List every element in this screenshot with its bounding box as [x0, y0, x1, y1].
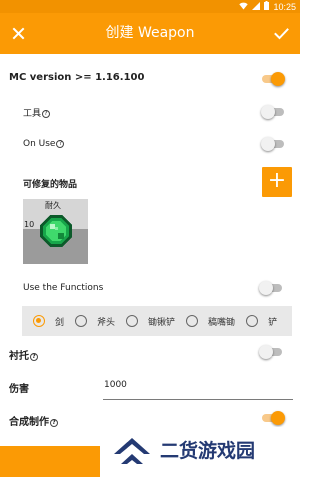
radio-icon	[126, 315, 139, 327]
radio-option-sword[interactable]: 剑	[33, 315, 64, 328]
radio-icon	[186, 315, 199, 327]
damage-input[interactable]: 1000	[104, 380, 127, 390]
damage-input-underline	[103, 399, 293, 400]
app-bar: 创建 Weapon	[0, 13, 300, 54]
item-count: 10	[24, 220, 35, 229]
status-time: 10:25	[273, 1, 296, 12]
radio-icon	[246, 315, 259, 327]
radio-option-shovel[interactable]: 锄锹铲	[126, 315, 175, 328]
radio-option-axe[interactable]: 斧头	[75, 315, 115, 328]
wifi-icon	[239, 2, 249, 12]
watermark-logo-icon	[110, 434, 154, 472]
damage-label: 伤害	[9, 384, 29, 395]
on-use-label: On Use?	[23, 139, 65, 149]
radio-option-pickaxe[interactable]: 稿嘴锄	[186, 315, 235, 328]
signal-icon	[252, 1, 261, 12]
radio-selected-icon	[33, 315, 45, 327]
radio-option-hoe[interactable]: 铲	[246, 315, 277, 328]
use-functions-label: Use the Functions	[23, 283, 104, 293]
use-functions-toggle[interactable]	[259, 281, 283, 295]
mc-version-label: MC version >= 1.16.100	[9, 72, 145, 83]
battery-icon	[264, 1, 270, 12]
crafting-toggle[interactable]	[261, 411, 285, 425]
crafting-label: 合成制作?	[9, 413, 58, 428]
help-icon[interactable]: ?	[56, 140, 65, 148]
page-title: 创建 Weapon	[105, 25, 195, 41]
help-icon[interactable]: ?	[30, 353, 38, 361]
tool-label: 工具?	[23, 106, 51, 119]
repair-item-tile[interactable]: 耐久 10	[23, 199, 88, 264]
add-repair-item-button[interactable]: +	[262, 167, 292, 197]
mc-version-toggle[interactable]	[261, 72, 285, 86]
durability-label: 耐久	[45, 201, 61, 210]
tool-toggle[interactable]	[261, 105, 285, 119]
watermark-text: 二货游戏园	[160, 440, 256, 462]
help-icon[interactable]: ?	[42, 110, 51, 118]
radio-icon	[75, 315, 88, 327]
backing-toggle[interactable]	[259, 345, 283, 359]
help-icon[interactable]: ?	[50, 419, 58, 427]
confirm-check-icon[interactable]	[273, 25, 290, 42]
backing-label: 衬托?	[9, 347, 38, 362]
on-use-toggle[interactable]	[261, 137, 285, 151]
repair-items-label: 可修复的物品	[23, 180, 78, 190]
function-type-radio-group: 剑 斧头 锄锹铲 稿嘴锄 铲	[22, 306, 292, 336]
status-bar: 10:25	[0, 0, 300, 13]
